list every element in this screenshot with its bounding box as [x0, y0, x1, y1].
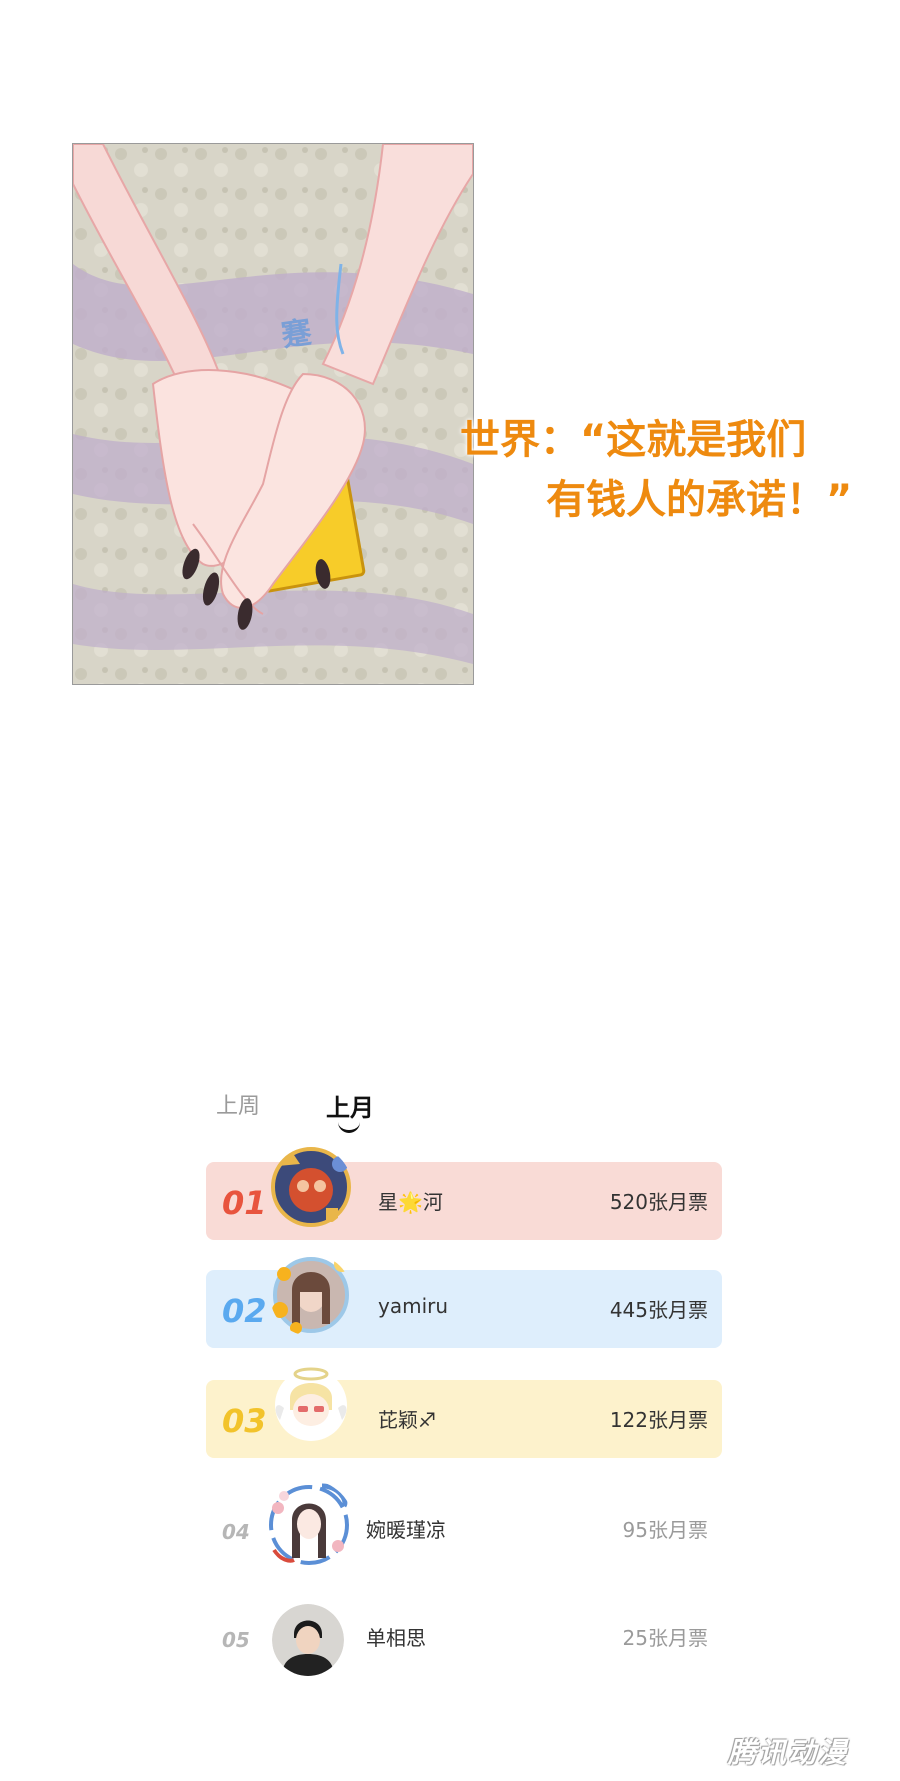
active-tab-indicator	[338, 1120, 360, 1133]
ticket-count: 95张月票	[622, 1518, 708, 1542]
username: yamiru	[378, 1294, 449, 1318]
rank-number: 04	[222, 1520, 250, 1544]
ranking-row[interactable]: 04 婉暖瑾凉 95张月票	[206, 1483, 722, 1568]
ticket-count: 445张月票	[609, 1298, 708, 1322]
username: 星🌟河	[378, 1190, 443, 1214]
hands-illustration	[73, 144, 473, 684]
tencent-comics-watermark: 腾讯动漫	[728, 1736, 849, 1769]
avatar[interactable]	[270, 1364, 352, 1446]
rank-number: 02	[222, 1292, 267, 1330]
ranking-row[interactable]: 03 芘颖♐ 122张月票	[206, 1367, 722, 1458]
ranking-tabs: 上周 上月	[206, 1070, 722, 1150]
monthly-ticket-ranking: 上周 上月 01 星🌟河 520张月票 02 yamiru 445张月票 03 …	[206, 1070, 722, 1676]
ranking-row[interactable]: 05 单相思 25张月票	[206, 1598, 722, 1676]
avatar[interactable]	[270, 1254, 352, 1336]
tab-last-month[interactable]: 上月	[326, 1088, 374, 1123]
tab-last-week[interactable]: 上周	[216, 1088, 260, 1120]
username: 芘颖♐	[378, 1408, 436, 1432]
ticket-count: 520张月票	[609, 1190, 708, 1214]
ranking-row[interactable]: 02 yamiru 445张月票	[206, 1256, 722, 1348]
username: 婉暖瑾凉	[366, 1518, 446, 1542]
comic-panel: 蹇	[72, 143, 474, 685]
caption-line-2: 有钱人的承诺！”	[546, 477, 853, 523]
sfx-text: 蹇	[279, 315, 314, 354]
speech-caption: 世界：“这就是我们 有钱人的承诺！”	[460, 410, 880, 530]
avatar[interactable]	[272, 1604, 344, 1676]
ticket-count: 25张月票	[622, 1626, 708, 1650]
rank-number: 01	[222, 1184, 267, 1222]
caption-line-1: 世界：“这就是我们	[460, 417, 807, 463]
ranking-row[interactable]: 01 星🌟河 520张月票	[206, 1147, 722, 1240]
rank-number: 03	[222, 1402, 267, 1440]
ticket-count: 122张月票	[609, 1408, 708, 1432]
username: 单相思	[366, 1626, 426, 1650]
rank-number: 05	[222, 1628, 250, 1652]
avatar[interactable]	[264, 1480, 354, 1570]
avatar[interactable]	[270, 1146, 352, 1228]
